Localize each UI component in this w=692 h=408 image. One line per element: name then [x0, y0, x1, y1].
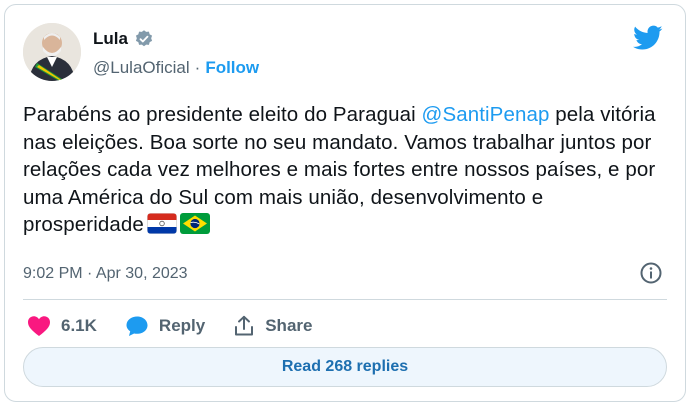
mention-link[interactable]: @SantiPenap — [422, 103, 550, 126]
share-icon — [235, 315, 254, 336]
author-name-row: Lula — [93, 29, 154, 49]
read-replies-label: Read 268 replies — [281, 358, 409, 375]
info-icon[interactable] — [639, 261, 663, 285]
avatar[interactable] — [23, 23, 81, 81]
tweet-text-part: Parabéns ao presidente eleito do Paragua… — [23, 103, 422, 126]
author-name[interactable]: Lula — [93, 29, 128, 49]
reply-bubble-icon — [126, 316, 148, 336]
reply-button[interactable]: Reply — [125, 315, 205, 337]
author-handle[interactable]: @LulaOficial — [93, 58, 190, 78]
divider — [23, 299, 667, 300]
action-bar: 6.1K Reply Share — [27, 311, 340, 341]
share-label: Share — [265, 316, 313, 335]
read-replies-button[interactable]: Read 268 replies — [23, 347, 667, 387]
author-handle-row: @LulaOficial · Follow — [93, 58, 259, 78]
like-button[interactable]: 6.1K — [27, 315, 97, 337]
twitter-bird-icon[interactable] — [633, 25, 663, 51]
verified-badge-icon — [134, 29, 154, 49]
brazil-flag-icon — [179, 213, 210, 242]
share-button[interactable]: Share — [233, 315, 312, 337]
separator: · — [194, 58, 201, 77]
timestamp[interactable]: 9:02 PM · Apr 30, 2023 — [23, 265, 188, 283]
tweet-card: Lula @LulaOficial · Follow Parabéns ao p… — [4, 4, 686, 402]
paraguay-flag-icon — [146, 213, 177, 242]
follow-button[interactable]: Follow — [205, 58, 259, 78]
tweet-text: Parabéns ao presidente eleito do Paragua… — [23, 101, 663, 242]
like-count: 6.1K — [61, 316, 97, 335]
heart-icon — [28, 316, 50, 336]
reply-label: Reply — [158, 316, 206, 335]
